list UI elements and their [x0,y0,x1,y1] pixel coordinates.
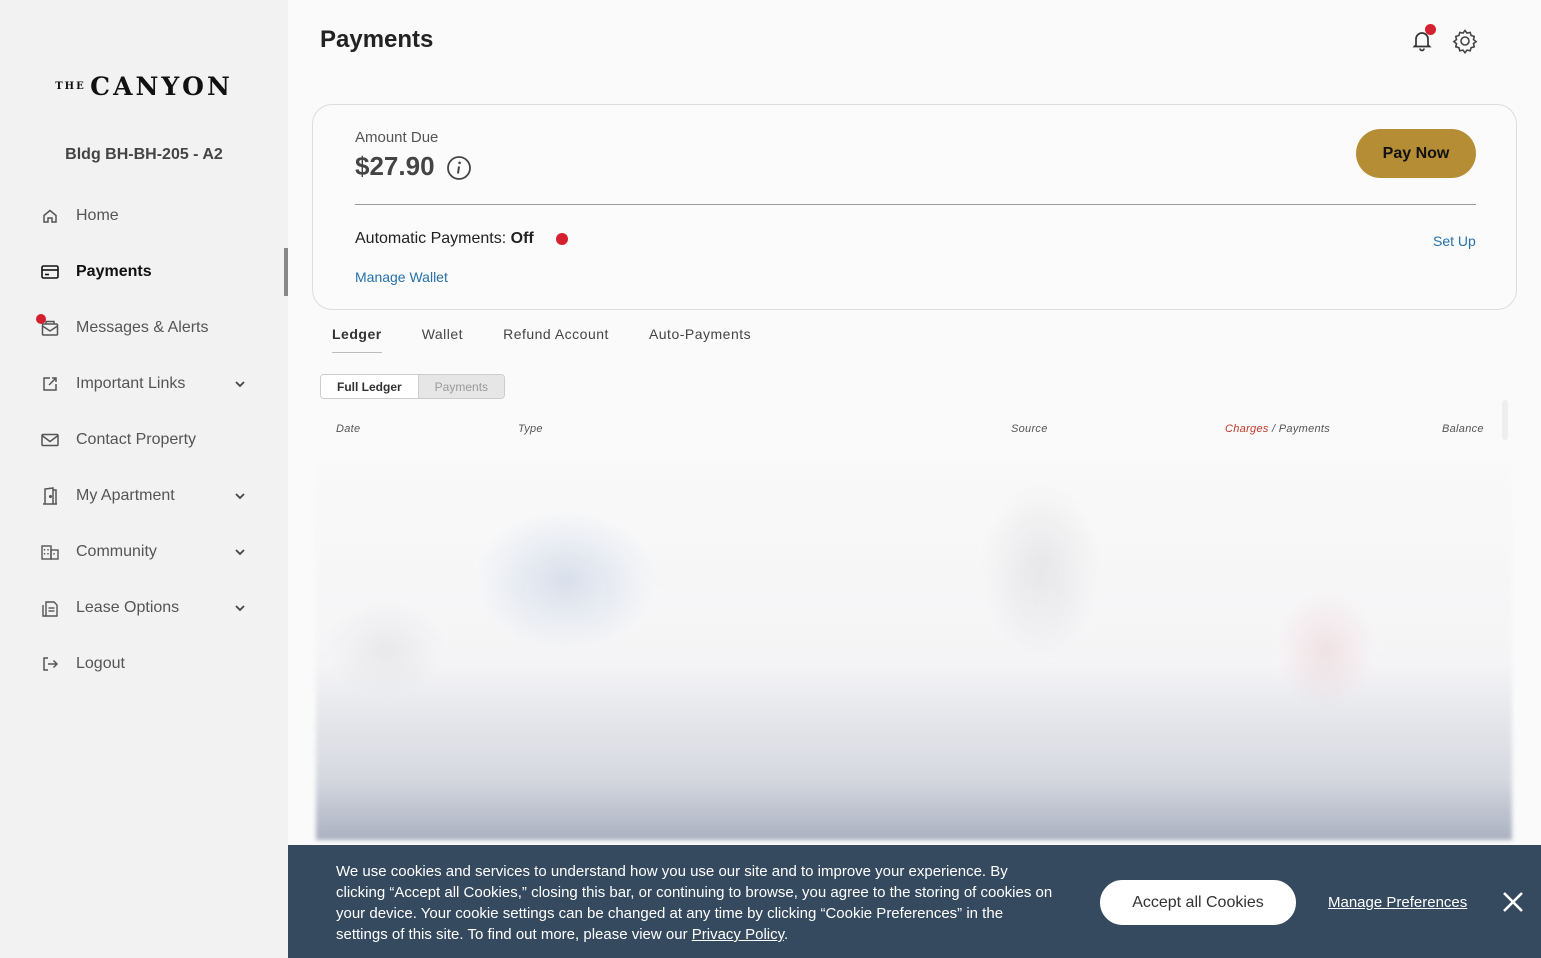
table-scrollbar[interactable] [1502,400,1508,440]
header-separator: / [1268,423,1279,435]
chevron-down-icon[interactable] [232,544,248,560]
sidebar-item-label: Payments [76,263,152,280]
automatic-payments-label: Automatic Payments: [355,230,507,247]
set-up-link[interactable]: Set Up [1433,233,1476,249]
gear-icon[interactable] [1452,28,1478,55]
status-indicator-dot [556,233,568,245]
property-logo[interactable]: THE CANYON [0,72,288,101]
cookie-notice-text: We use cookies and services to understan… [336,861,1056,945]
building-label: Bldg BH-BH-205 - A2 [65,146,223,163]
notification-badge [1425,24,1436,35]
active-nav-indicator [284,248,288,296]
column-header-type[interactable]: Type [518,423,543,435]
chevron-down-icon[interactable] [232,488,248,504]
sidebar-item-important-links[interactable]: Important Links [0,356,288,412]
info-icon[interactable] [446,155,472,181]
cookie-banner: We use cookies and services to understan… [288,845,1541,958]
chevron-down-icon[interactable] [232,376,248,392]
payments-label: Payments [1278,423,1331,435]
ledger-filter-toggle: Full Ledger Payments [320,374,506,399]
sidebar-item-label: Important Links [76,375,186,392]
card-divider [355,204,1476,205]
payments-filter-button[interactable]: Payments [417,375,505,398]
sidebar-item-label: Home [76,207,119,224]
amount-due-card: Amount Due $27.90 Pay Now Automatic Paym… [312,104,1517,310]
logout-icon [40,654,60,674]
full-ledger-button[interactable]: Full Ledger [321,375,418,398]
home-icon [40,206,60,226]
tab-ledger[interactable]: Ledger [332,326,382,353]
column-header-source[interactable]: Source [1011,423,1048,435]
sidebar-item-contact-property[interactable]: Contact Property [0,412,288,468]
door-icon [40,486,60,506]
envelope-icon [40,430,60,450]
sidebar-item-payments[interactable]: Payments [0,244,288,300]
sidebar-item-home[interactable]: Home [0,188,288,244]
amount-due-label: Amount Due [355,129,439,146]
payments-tabs: Ledger Wallet Refund Account Auto-Paymen… [332,326,791,353]
sidebar-item-lease-options[interactable]: Lease Options [0,580,288,636]
document-icon [40,598,60,618]
page-title: Payments [320,26,434,53]
sidebar-item-label: Messages & Alerts [76,319,209,336]
charges-label: Charges [1225,423,1269,435]
ledger-table-body [316,440,1512,840]
unread-badge [36,314,46,324]
chevron-down-icon[interactable] [232,600,248,616]
external-link-icon [40,374,60,394]
building-icon [40,542,60,562]
column-header-charges-payments[interactable]: Charges / Payments [1225,423,1330,435]
sidebar-item-label: Community [76,543,157,560]
tab-auto-payments[interactable]: Auto-Payments [649,326,751,353]
sidebar-item-messages[interactable]: Messages & Alerts [0,300,288,356]
manage-preferences-link[interactable]: Manage Preferences [1328,894,1467,911]
accept-all-cookies-button[interactable]: Accept all Cookies [1099,879,1297,926]
sidebar-item-label: Lease Options [76,599,180,616]
column-header-date[interactable]: Date [336,423,360,435]
manage-wallet-link[interactable]: Manage Wallet [355,269,448,285]
close-icon[interactable] [1500,889,1526,915]
credit-card-icon [40,262,60,282]
sidebar-item-logout[interactable]: Logout [0,636,288,692]
sidebar-item-label: My Apartment [76,487,175,504]
sidebar-item-my-apartment[interactable]: My Apartment [0,468,288,524]
pay-now-button[interactable]: Pay Now [1356,129,1476,178]
tab-refund-account[interactable]: Refund Account [503,326,609,353]
cookie-message-end: . [784,926,789,943]
sidebar-item-label: Logout [76,655,125,672]
automatic-payments-status: Automatic Payments: Off [355,230,534,248]
logo-main-text: CANYON [90,72,233,101]
amount-due-value: $27.90 [355,151,435,181]
privacy-policy-link[interactable]: Privacy Policy [692,926,784,943]
sidebar-item-label: Contact Property [76,431,197,448]
tab-wallet[interactable]: Wallet [422,326,463,353]
sidebar-item-community[interactable]: Community [0,524,288,580]
sidebar-nav: Home Payments Messages & Alerts Importan… [0,188,288,692]
sidebar: THE CANYON Bldg BH-BH-205 - A2 Home Paym… [0,0,288,958]
column-header-balance[interactable]: Balance [1442,423,1484,435]
automatic-payments-value: Off [510,230,534,247]
logo-small-text: THE [55,81,86,92]
